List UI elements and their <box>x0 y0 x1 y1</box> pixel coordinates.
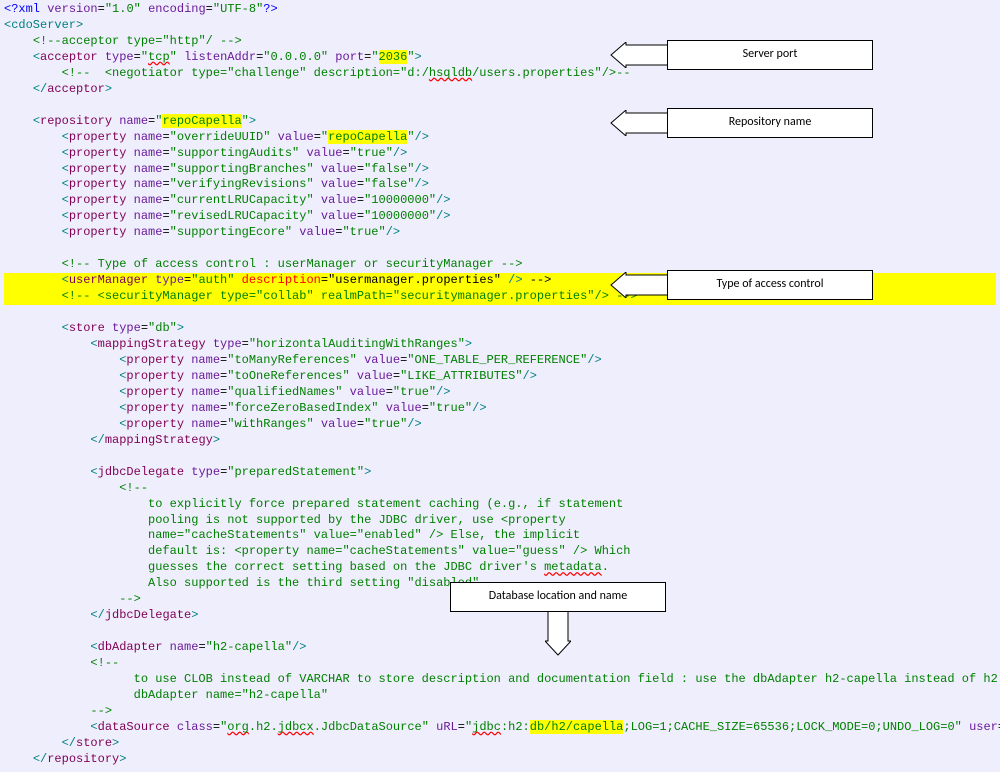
code-line: </repository> <box>4 752 996 768</box>
code-line: <!-- <box>4 656 996 672</box>
callout-access: Type of access control <box>610 270 873 300</box>
arrow-left-icon <box>610 110 668 136</box>
code-line: <cdoServer> <box>4 18 996 34</box>
code-line: to explicitly force prepared statement c… <box>4 497 996 513</box>
arrow-left-icon <box>610 272 668 298</box>
code-line: name="cacheStatements" value="enabled" /… <box>4 528 996 544</box>
code-line: </acceptor> <box>4 82 996 98</box>
code-line: <property name="toOneReferences" value="… <box>4 369 996 385</box>
code-line: <property name="verifyingRevisions" valu… <box>4 177 996 193</box>
code-line: <jdbcDelegate type="preparedStatement"> <box>4 465 996 481</box>
callout-repo-name: Repository name <box>610 108 873 138</box>
callout-label: Repository name <box>667 108 873 138</box>
code-line: <property name="toManyReferences" value=… <box>4 353 996 369</box>
code-line: --> <box>4 704 996 720</box>
code-line: dbAdapter name="h2-capella" <box>4 688 996 704</box>
callout-label: Type of access control <box>667 270 873 300</box>
code-line: <property name="forceZeroBasedIndex" val… <box>4 401 996 417</box>
code-line: <property name="qualifiedNames" value="t… <box>4 385 996 401</box>
code-line: <property name="supportingEcore" value="… <box>4 225 996 241</box>
code-line: pooling is not supported by the JDBC dri… <box>4 513 996 529</box>
code-line: <mappingStrategy type="horizontalAuditin… <box>4 337 996 353</box>
code-line: to use CLOB instead of VARCHAR to store … <box>4 672 996 688</box>
code-line: <property name="revisedLRUCapacity" valu… <box>4 209 996 225</box>
code-line: default is: <property name="cacheStateme… <box>4 544 996 560</box>
code-line-datasource: <dataSource class="org.h2.jdbcx.JdbcData… <box>4 720 996 736</box>
callout-server-port: Server port <box>610 40 873 70</box>
code-line: <property name="currentLRUCapacity" valu… <box>4 193 996 209</box>
code-line: <?xml version="1.0" encoding="UTF-8"?> <box>4 2 996 18</box>
code-line: <property name="supportingAudits" value=… <box>4 146 996 162</box>
code-line: guesses the correct setting based on the… <box>4 560 996 576</box>
xml-code-viewer: Server port Repository name Type of acce… <box>0 0 1000 772</box>
callout-label: Server port <box>667 40 873 70</box>
callout-label: Database location and name <box>450 582 666 612</box>
arrow-left-icon <box>610 42 668 68</box>
code-line: <!-- <box>4 481 996 497</box>
code-line: <property name="withRanges" value="true"… <box>4 417 996 433</box>
code-line: <store type="db"> <box>4 321 996 337</box>
callout-db-location: Database location and name <box>450 582 666 656</box>
code-line: </store> <box>4 736 996 752</box>
arrow-down-icon <box>545 612 571 656</box>
code-line: </mappingStrategy> <box>4 433 996 449</box>
code-line: <property name="supportingBranches" valu… <box>4 162 996 178</box>
